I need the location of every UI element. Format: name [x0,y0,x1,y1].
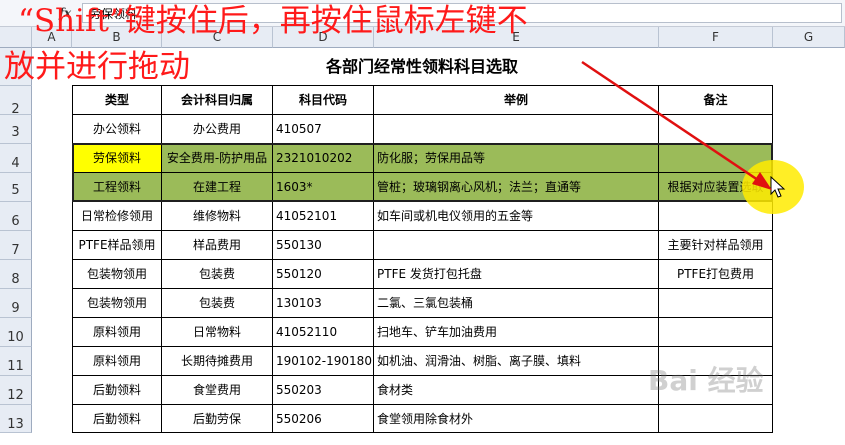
table-cell[interactable]: 如车间或机电仪领用的五金等 [374,202,659,231]
table-cell[interactable]: 如机油、润滑油、树脂、离子膜、填料 [374,347,659,376]
row-header-5[interactable]: 5 [0,173,32,202]
table-cell[interactable]: 550203 [273,376,374,405]
table-cell[interactable]: 扫地车、铲车加油费用 [374,318,659,347]
table-cell[interactable]: 410507 [273,115,374,144]
table-cell[interactable]: 550130 [273,231,374,260]
table-cell[interactable]: 原料领用 [73,347,162,376]
table-cell[interactable]: 样品费用 [162,231,273,260]
table-cell[interactable]: 原料领用 [73,318,162,347]
table-cell[interactable]: 后勤领料 [73,405,162,433]
row-header-3[interactable]: 3 [0,115,32,144]
table-cell[interactable]: 在建工程 [162,173,273,202]
table-cell[interactable] [374,231,659,260]
header-example[interactable]: 举例 [374,86,659,115]
table-cell[interactable]: PTFE样品领用 [73,231,162,260]
row-header-12[interactable]: 12 [0,376,32,405]
row-header-2[interactable]: 2 [0,86,32,117]
table-cell[interactable]: PTFE 发货打包托盘 [374,260,659,289]
table-cell[interactable]: 2321010202 [273,144,374,173]
watermark: Bai 经验 [648,364,764,397]
column-header-f[interactable]: F [659,27,773,48]
row-header-7[interactable]: 7 [0,231,32,260]
table-cell[interactable] [659,115,773,144]
table-cell[interactable]: 主要针对样品领用 [659,231,773,260]
table-cell[interactable]: 包装费 [162,289,273,318]
row-header-4[interactable]: 4 [0,144,32,173]
row-header-9[interactable]: 9 [0,289,32,318]
table-cell[interactable]: 日常检修领用 [73,202,162,231]
row-header-11[interactable]: 11 [0,347,32,376]
header-code[interactable]: 科目代码 [273,86,374,115]
table-cell[interactable]: 1603* [273,173,374,202]
table-cell[interactable]: 130103 [273,289,374,318]
table-cell[interactable]: 食材类 [374,376,659,405]
table-cell[interactable]: 办公费用 [162,115,273,144]
table-cell[interactable]: 41052110 [273,318,374,347]
cursor-icon [770,175,786,200]
column-header-g[interactable]: G [773,27,845,48]
table-cell[interactable]: 后勤劳保 [162,405,273,433]
table-cell[interactable]: 后勤领料 [73,376,162,405]
row-header-6[interactable]: 6 [0,202,32,231]
instruction-text-line1: “Shift”键按住后，再按住鼠标左键不 [18,3,528,39]
table-cell[interactable]: 包装物领用 [73,289,162,318]
table-cell[interactable]: 安全费用-防护用品 [162,144,273,173]
table-cell[interactable]: 防化服；劳保用品等 [374,144,659,173]
table-cell[interactable]: 长期待摊费用 [162,347,273,376]
table-cell[interactable]: PTFE打包费用 [659,260,773,289]
instruction-text-line2: 放并进行拖动 [4,49,190,85]
table-cell[interactable]: 550206 [273,405,374,433]
row-header-10[interactable]: 10 [0,318,32,347]
table-cell[interactable]: 工程领料 [73,173,162,202]
table-cell[interactable]: 包装费 [162,260,273,289]
row-header-8[interactable]: 8 [0,260,32,289]
table-cell[interactable]: 190102-190180 [273,347,374,376]
active-cell[interactable]: 劳保领料 [73,144,162,173]
table-cell[interactable] [659,405,773,433]
table-cell[interactable]: 41052101 [273,202,374,231]
header-type[interactable]: 类型 [73,86,162,115]
table-cell[interactable]: 包装物领用 [73,260,162,289]
table-cell[interactable]: 食堂费用 [162,376,273,405]
table-cell[interactable]: 维修物料 [162,202,273,231]
table-cell[interactable]: 日常物料 [162,318,273,347]
table-cell[interactable]: 食堂领用除食材外 [374,405,659,433]
header-account[interactable]: 会计科目归属 [162,86,273,115]
row-header-13[interactable]: 13 [0,405,32,433]
table-cell[interactable]: 办公领料 [73,115,162,144]
table-cell[interactable]: 管桩；玻璃钢离心风机；法兰；直通等 [374,173,659,202]
table-cell[interactable] [374,115,659,144]
header-remark[interactable]: 备注 [659,86,773,115]
table-cell[interactable] [659,289,773,318]
table-cell[interactable]: 二氯、三氯包装桶 [374,289,659,318]
table-cell[interactable]: 550120 [273,260,374,289]
table-cell[interactable] [659,318,773,347]
